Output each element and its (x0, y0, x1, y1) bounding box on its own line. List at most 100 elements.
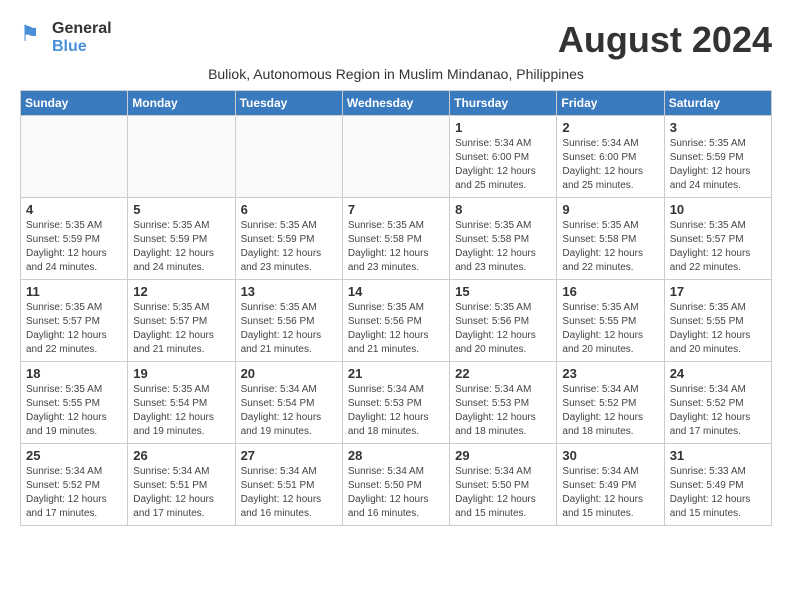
day-number: 3 (670, 120, 766, 135)
calendar-week-row: 18 Sunrise: 5:35 AMSunset: 5:55 PMDayligh… (21, 361, 772, 443)
weekday-header: Monday (128, 90, 235, 115)
day-info: Sunrise: 5:34 AMSunset: 5:53 PMDaylight:… (348, 383, 444, 439)
calendar-cell (235, 115, 342, 197)
calendar-cell: 1Sunrise: 5:34 AMSunset: 6:00 PMDaylight… (450, 115, 557, 197)
day-number: 11 (26, 284, 122, 299)
calendar-cell: 3 Sunrise: 5:35 AMSunset: 5:59 PMDaylight… (664, 115, 771, 197)
day-number: 18 (26, 366, 122, 381)
calendar-cell: 2 Sunrise: 5:34 AMSunset: 6:00 PMDaylight… (557, 115, 664, 197)
day-info: Sunrise: 5:35 AMSunset: 5:55 PMDaylight:… (562, 301, 658, 357)
calendar-cell (128, 115, 235, 197)
weekday-header: Saturday (664, 90, 771, 115)
day-number: 20 (241, 366, 337, 381)
day-info: Sunrise: 5:35 AMSunset: 5:59 PMDaylight:… (241, 219, 337, 275)
weekday-header: Friday (557, 90, 664, 115)
calendar-cell: 26 Sunrise: 5:34 AMSunset: 5:51 PMDayligh… (128, 443, 235, 525)
day-info: Sunrise: 5:35 AMSunset: 5:56 PMDaylight:… (455, 301, 551, 357)
day-info: Sunrise: 5:34 AMSunset: 5:49 PMDaylight:… (562, 465, 658, 521)
svg-text:⚑: ⚑ (20, 21, 40, 46)
day-info: Sunrise: 5:35 AMSunset: 5:58 PMDaylight:… (455, 219, 551, 275)
day-number: 15 (455, 284, 551, 299)
day-number: 10 (670, 202, 766, 217)
day-number: 30 (562, 448, 658, 463)
page-header: ⚑ General Blue August 2024 (20, 20, 772, 60)
logo: ⚑ General Blue (20, 20, 112, 55)
weekday-header: Tuesday (235, 90, 342, 115)
day-info: Sunrise: 5:35 AMSunset: 5:58 PMDaylight:… (348, 219, 444, 275)
day-info: Sunrise: 5:33 AMSunset: 5:49 PMDaylight:… (670, 465, 766, 521)
day-info: Sunrise: 5:35 AMSunset: 5:57 PMDaylight:… (133, 301, 229, 357)
day-number: 4 (26, 202, 122, 217)
calendar-cell: 7 Sunrise: 5:35 AMSunset: 5:58 PMDaylight… (342, 197, 449, 279)
calendar-header-row: SundayMondayTuesdayWednesdayThursdayFrid… (21, 90, 772, 115)
day-number: 9 (562, 202, 658, 217)
day-info: Sunrise: 5:35 AMSunset: 5:57 PMDaylight:… (26, 301, 122, 357)
logo-text: General Blue (52, 20, 112, 55)
day-info: Sunrise: 5:35 AMSunset: 5:59 PMDaylight:… (133, 219, 229, 275)
weekday-header: Thursday (450, 90, 557, 115)
day-number: 21 (348, 366, 444, 381)
day-info: Sunrise: 5:35 AMSunset: 5:56 PMDaylight:… (348, 301, 444, 357)
calendar-cell: 21 Sunrise: 5:34 AMSunset: 5:53 PMDayligh… (342, 361, 449, 443)
weekday-header: Sunday (21, 90, 128, 115)
day-number: 23 (562, 366, 658, 381)
calendar-cell (21, 115, 128, 197)
calendar-cell: 9Sunrise: 5:35 AMSunset: 5:58 PMDaylight… (557, 197, 664, 279)
title-right: August 2024 (558, 20, 772, 60)
calendar-cell: 12Sunrise: 5:35 AMSunset: 5:57 PMDayligh… (128, 279, 235, 361)
day-number: 7 (348, 202, 444, 217)
day-info: Sunrise: 5:35 AMSunset: 5:55 PMDaylight:… (26, 383, 122, 439)
day-info: Sunrise: 5:35 AMSunset: 5:55 PMDaylight:… (670, 301, 766, 357)
day-number: 22 (455, 366, 551, 381)
day-info: Sunrise: 5:34 AMSunset: 5:51 PMDaylight:… (133, 465, 229, 521)
calendar-cell: 6Sunrise: 5:35 AMSunset: 5:59 PMDaylight… (235, 197, 342, 279)
calendar-cell: 30 Sunrise: 5:34 AMSunset: 5:49 PMDayligh… (557, 443, 664, 525)
calendar-cell: 4 Sunrise: 5:35 AMSunset: 5:59 PMDaylight… (21, 197, 128, 279)
calendar-cell: 10 Sunrise: 5:35 AMSunset: 5:57 PMDayligh… (664, 197, 771, 279)
calendar-cell: 28Sunrise: 5:34 AMSunset: 5:50 PMDayligh… (342, 443, 449, 525)
day-info: Sunrise: 5:34 AMSunset: 5:51 PMDaylight:… (241, 465, 337, 521)
day-info: Sunrise: 5:35 AMSunset: 5:57 PMDaylight:… (670, 219, 766, 275)
month-year: August 2024 (558, 20, 772, 60)
day-number: 13 (241, 284, 337, 299)
day-info: Sunrise: 5:34 AMSunset: 5:50 PMDaylight:… (455, 465, 551, 521)
day-number: 1 (455, 120, 551, 135)
day-info: Sunrise: 5:35 AMSunset: 5:59 PMDaylight:… (670, 137, 766, 193)
day-number: 26 (133, 448, 229, 463)
day-info: Sunrise: 5:35 AMSunset: 5:54 PMDaylight:… (133, 383, 229, 439)
calendar-cell: 23 Sunrise: 5:34 AMSunset: 5:52 PMDayligh… (557, 361, 664, 443)
day-number: 24 (670, 366, 766, 381)
day-number: 14 (348, 284, 444, 299)
day-info: Sunrise: 5:34 AMSunset: 5:52 PMDaylight:… (562, 383, 658, 439)
calendar-cell: 13 Sunrise: 5:35 AMSunset: 5:56 PMDayligh… (235, 279, 342, 361)
calendar-cell: 15 Sunrise: 5:35 AMSunset: 5:56 PMDayligh… (450, 279, 557, 361)
day-info: Sunrise: 5:35 AMSunset: 5:56 PMDaylight:… (241, 301, 337, 357)
calendar-cell: 16 Sunrise: 5:35 AMSunset: 5:55 PMDayligh… (557, 279, 664, 361)
calendar-cell: 20Sunrise: 5:34 AMSunset: 5:54 PMDayligh… (235, 361, 342, 443)
day-number: 16 (562, 284, 658, 299)
calendar-cell: 24Sunrise: 5:34 AMSunset: 5:52 PMDayligh… (664, 361, 771, 443)
calendar-week-row: 25Sunrise: 5:34 AMSunset: 5:52 PMDayligh… (21, 443, 772, 525)
day-number: 17 (670, 284, 766, 299)
calendar-cell: 29Sunrise: 5:34 AMSunset: 5:50 PMDayligh… (450, 443, 557, 525)
calendar-week-row: 4 Sunrise: 5:35 AMSunset: 5:59 PMDaylight… (21, 197, 772, 279)
calendar-week-row: 11 Sunrise: 5:35 AMSunset: 5:57 PMDayligh… (21, 279, 772, 361)
calendar-cell: 22 Sunrise: 5:34 AMSunset: 5:53 PMDayligh… (450, 361, 557, 443)
logo-general: General (52, 20, 112, 38)
calendar-cell: 19 Sunrise: 5:35 AMSunset: 5:54 PMDayligh… (128, 361, 235, 443)
day-info: Sunrise: 5:34 AMSunset: 6:00 PMDaylight:… (562, 137, 658, 193)
calendar-table: SundayMondayTuesdayWednesdayThursdayFrid… (20, 90, 772, 526)
calendar-cell: 17 Sunrise: 5:35 AMSunset: 5:55 PMDayligh… (664, 279, 771, 361)
day-number: 31 (670, 448, 766, 463)
day-info: Sunrise: 5:35 AMSunset: 5:59 PMDaylight:… (26, 219, 122, 275)
calendar-cell (342, 115, 449, 197)
day-number: 27 (241, 448, 337, 463)
day-number: 8 (455, 202, 551, 217)
day-number: 2 (562, 120, 658, 135)
day-number: 19 (133, 366, 229, 381)
calendar-cell: 31 Sunrise: 5:33 AMSunset: 5:49 PMDayligh… (664, 443, 771, 525)
calendar-cell: 8 Sunrise: 5:35 AMSunset: 5:58 PMDaylight… (450, 197, 557, 279)
logo-blue: Blue (52, 38, 112, 56)
day-info: Sunrise: 5:34 AMSunset: 5:50 PMDaylight:… (348, 465, 444, 521)
day-info: Sunrise: 5:34 AMSunset: 5:53 PMDaylight:… (455, 383, 551, 439)
